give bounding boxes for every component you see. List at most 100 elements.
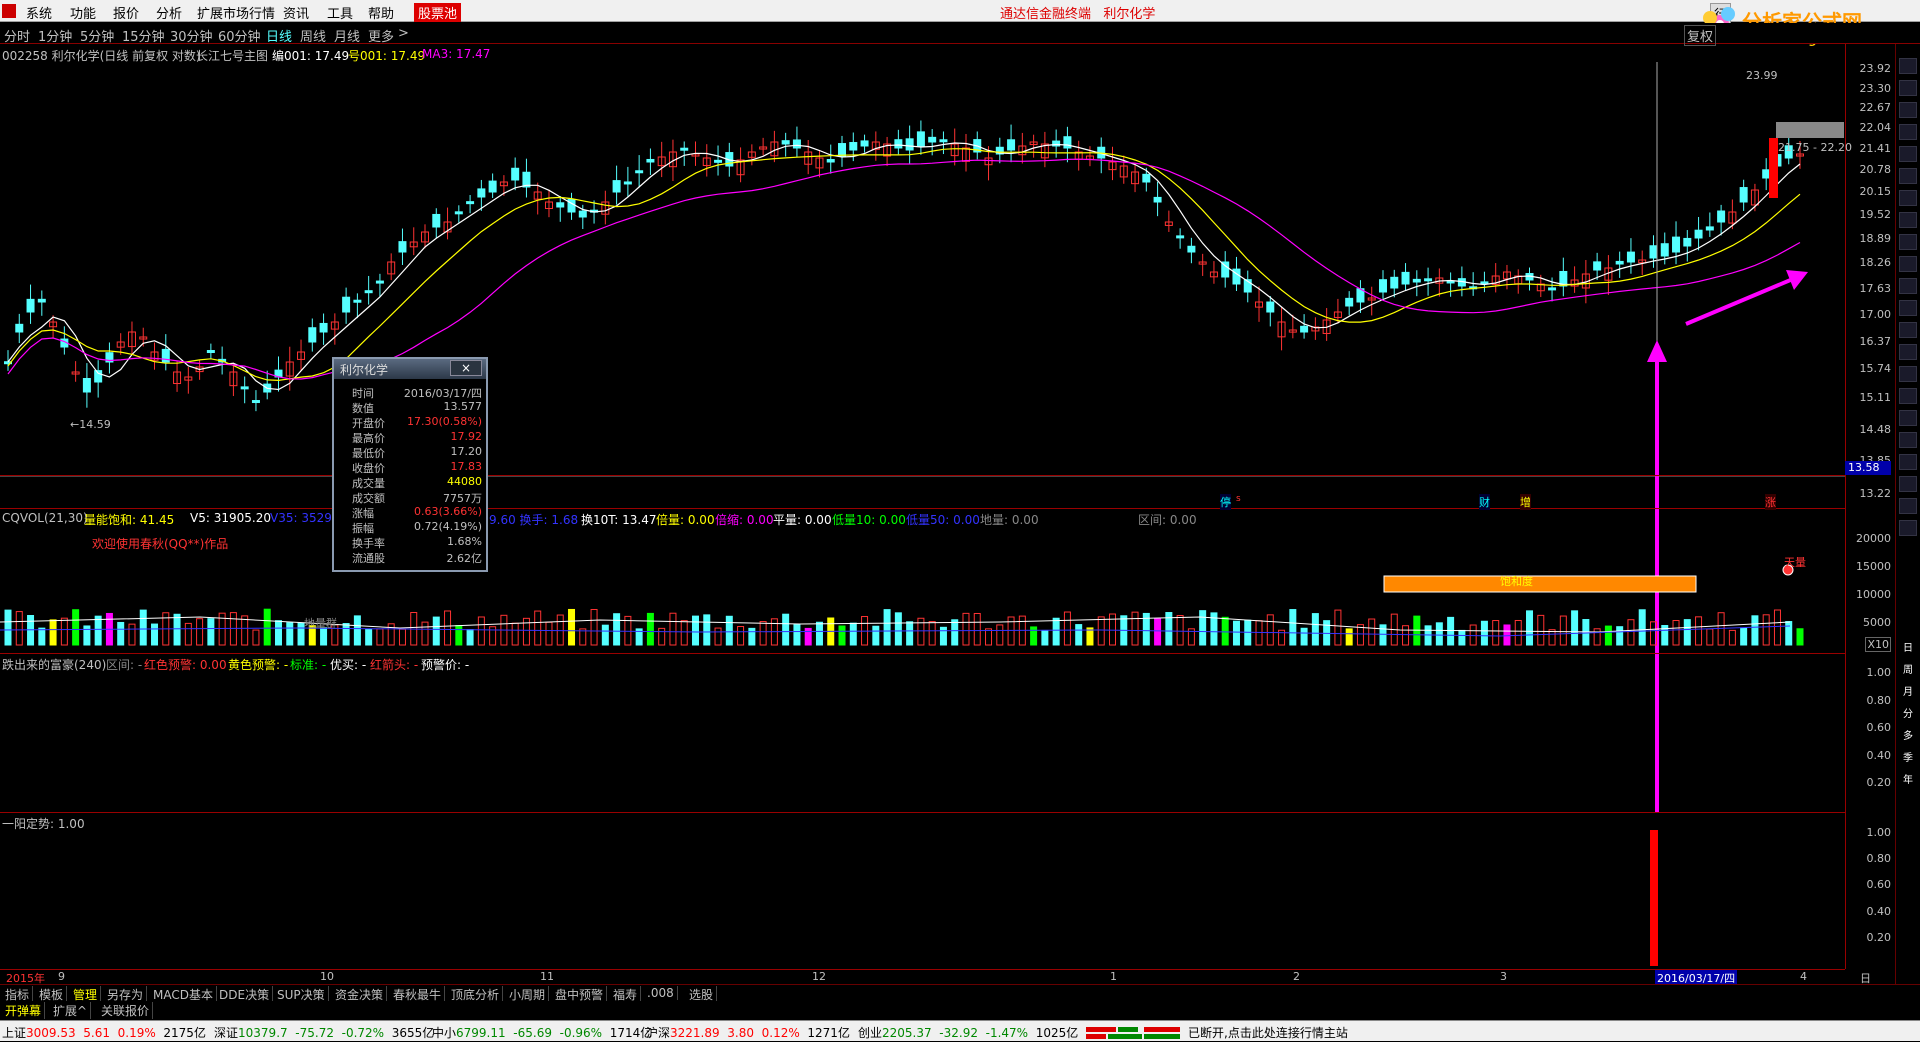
panel-separator	[0, 653, 1845, 654]
tab2-0[interactable]: 开弹幕	[2, 1002, 46, 1019]
marker-s: s	[1236, 494, 1241, 504]
app-title-text: 通达信金融终端	[1000, 7, 1092, 22]
index-hs-value: 3221.89	[670, 1026, 720, 1040]
volume-bar	[1063, 611, 1071, 646]
vol-indicator-name[interactable]: CQVOL(21,30)	[2, 511, 88, 525]
p4-tick: 1.00	[1866, 826, 1892, 839]
print-icon[interactable]	[1899, 300, 1917, 316]
popup-row-value: 13.577	[443, 400, 483, 413]
menu-stock-pool[interactable]: 股票池	[414, 3, 462, 22]
index-hs-label: 沪深	[646, 1026, 671, 1040]
tab2-2[interactable]: 关联报价	[98, 1002, 154, 1019]
period-more-arrow-icon[interactable]: >	[398, 26, 409, 41]
period-monthly[interactable]: 月线	[334, 26, 360, 45]
settings-icon[interactable]	[1899, 256, 1917, 272]
marker-suspend[interactable]: 停	[1220, 494, 1231, 510]
candle-body	[1412, 278, 1421, 283]
period-tick[interactable]: 分时	[4, 26, 30, 45]
popup-row-value: 2.62亿	[446, 552, 483, 565]
line-icon[interactable]	[1899, 124, 1917, 140]
list-icon[interactable]	[1899, 212, 1917, 228]
period-15min[interactable]: 15分钟	[122, 26, 165, 45]
info-icon[interactable]	[1899, 234, 1917, 250]
tool-icon[interactable]	[1899, 432, 1917, 448]
alert-icon[interactable]	[1899, 410, 1917, 426]
popup-row-value: 17.92	[450, 430, 483, 443]
menu-info[interactable]: 资讯	[283, 3, 309, 22]
period-30min[interactable]: 30分钟	[170, 26, 213, 45]
p4-tick: 0.20	[1866, 931, 1892, 944]
timeframe-4[interactable]: 多	[1899, 730, 1917, 746]
volume-bar	[1402, 625, 1410, 646]
volume-bar	[1638, 609, 1646, 646]
menu-function[interactable]: 功能	[70, 3, 96, 22]
draw-icon[interactable]	[1899, 102, 1917, 118]
layer-icon[interactable]	[1899, 366, 1917, 382]
candle-body	[905, 138, 914, 151]
menu-quote[interactable]: 报价	[113, 3, 139, 22]
export-icon[interactable]	[1899, 278, 1917, 294]
p4-title[interactable]: 一阳定势: 1.00	[2, 815, 85, 832]
volume-bar	[658, 627, 666, 646]
pen-icon[interactable]	[1899, 454, 1917, 470]
data-popup-window[interactable]: 利尔化学 × 时间 2016/03/17/四 数值 13.577 开盘价 17.30(0.…	[332, 357, 488, 572]
nav-up-icon[interactable]	[1899, 58, 1917, 74]
index-zx[interactable]: 中小6799.11 -65.69 -0.96% 1714亿	[432, 1024, 652, 1041]
period-5min[interactable]: 5分钟	[80, 26, 114, 45]
app-icon[interactable]	[2, 4, 16, 18]
popup-header[interactable]: 利尔化学 ×	[334, 359, 486, 379]
marker-finance[interactable]: 财	[1479, 494, 1490, 510]
volume-bar	[849, 622, 857, 646]
candle-body	[432, 213, 441, 228]
volume-bar	[1030, 626, 1038, 646]
tab-13[interactable]: .008	[644, 986, 678, 1000]
volume-bar	[1041, 629, 1049, 646]
marker-increase[interactable]: 增	[1520, 494, 1531, 510]
timeframe-1[interactable]: 周	[1899, 664, 1917, 680]
menu-ext-market[interactable]: 扩展市场行情	[197, 3, 275, 22]
marker-rise[interactable]: 涨	[1765, 494, 1776, 510]
tab2-1[interactable]: 扩展^	[50, 1002, 92, 1019]
price-tick: 18.26	[1859, 256, 1892, 269]
zoom-icon[interactable]	[1899, 146, 1917, 162]
index-cy[interactable]: 创业2205.37 -32.92 -1.47% 1025亿	[858, 1024, 1078, 1041]
expand-icon[interactable]	[1899, 476, 1917, 492]
more-icon[interactable]	[1899, 520, 1917, 536]
connection-status[interactable]: 已断开,点击此处连接行情主站	[1188, 1024, 1348, 1041]
vol-huan10t: 换10T: 13.47	[581, 513, 657, 527]
menu-help[interactable]: 帮助	[368, 3, 394, 22]
period-1min[interactable]: 1分钟	[38, 26, 72, 45]
popup-close-button[interactable]: ×	[450, 360, 482, 376]
period-60min[interactable]: 60分钟	[218, 26, 261, 45]
window-icon[interactable]	[1899, 322, 1917, 338]
index-hs[interactable]: 沪深3221.89 3.80 0.12% 1271亿	[646, 1024, 850, 1041]
p3-yellow-alert: 黄色预警: -	[228, 658, 289, 672]
timeframe-3[interactable]: 分	[1899, 708, 1917, 724]
timeframe-0[interactable]: 日	[1899, 642, 1917, 658]
nav-down-icon[interactable]	[1899, 80, 1917, 96]
period-more[interactable]: 更多	[368, 26, 394, 45]
chart-icon[interactable]	[1899, 168, 1917, 184]
period-weekly[interactable]: 周线	[300, 26, 326, 45]
index-sz[interactable]: 深证10379.7 -75.72 -0.72% 3655亿	[214, 1024, 434, 1041]
candle-body	[15, 323, 24, 333]
price-tick: 13.22	[1859, 487, 1892, 500]
menu-system[interactable]: 系统	[26, 3, 52, 22]
grid-icon[interactable]	[1899, 190, 1917, 206]
candle-body	[364, 290, 373, 294]
popup-row-key: 流通股	[352, 552, 385, 565]
timeframe-2[interactable]: 月	[1899, 686, 1917, 702]
fuquan-button[interactable]: 复权	[1684, 25, 1717, 46]
period-daily[interactable]: 日线	[266, 26, 292, 45]
index-sh[interactable]: 上证3009.53 5.61 0.19% 2175亿	[2, 1024, 206, 1041]
book-icon[interactable]	[1899, 344, 1917, 360]
popup-row-key: 开盘价	[352, 417, 385, 430]
timeframe-5[interactable]: 季	[1899, 752, 1917, 768]
collapse-icon[interactable]	[1899, 498, 1917, 514]
rsi-icon[interactable]	[1899, 388, 1917, 404]
p3-title[interactable]: 跌出来的富豪(240)	[2, 656, 106, 673]
menu-tools[interactable]: 工具	[327, 3, 353, 22]
menu-analysis[interactable]: 分析	[156, 3, 182, 22]
timeframe-6[interactable]: 年	[1899, 774, 1917, 790]
index-sh-change: 5.61	[83, 1026, 110, 1040]
